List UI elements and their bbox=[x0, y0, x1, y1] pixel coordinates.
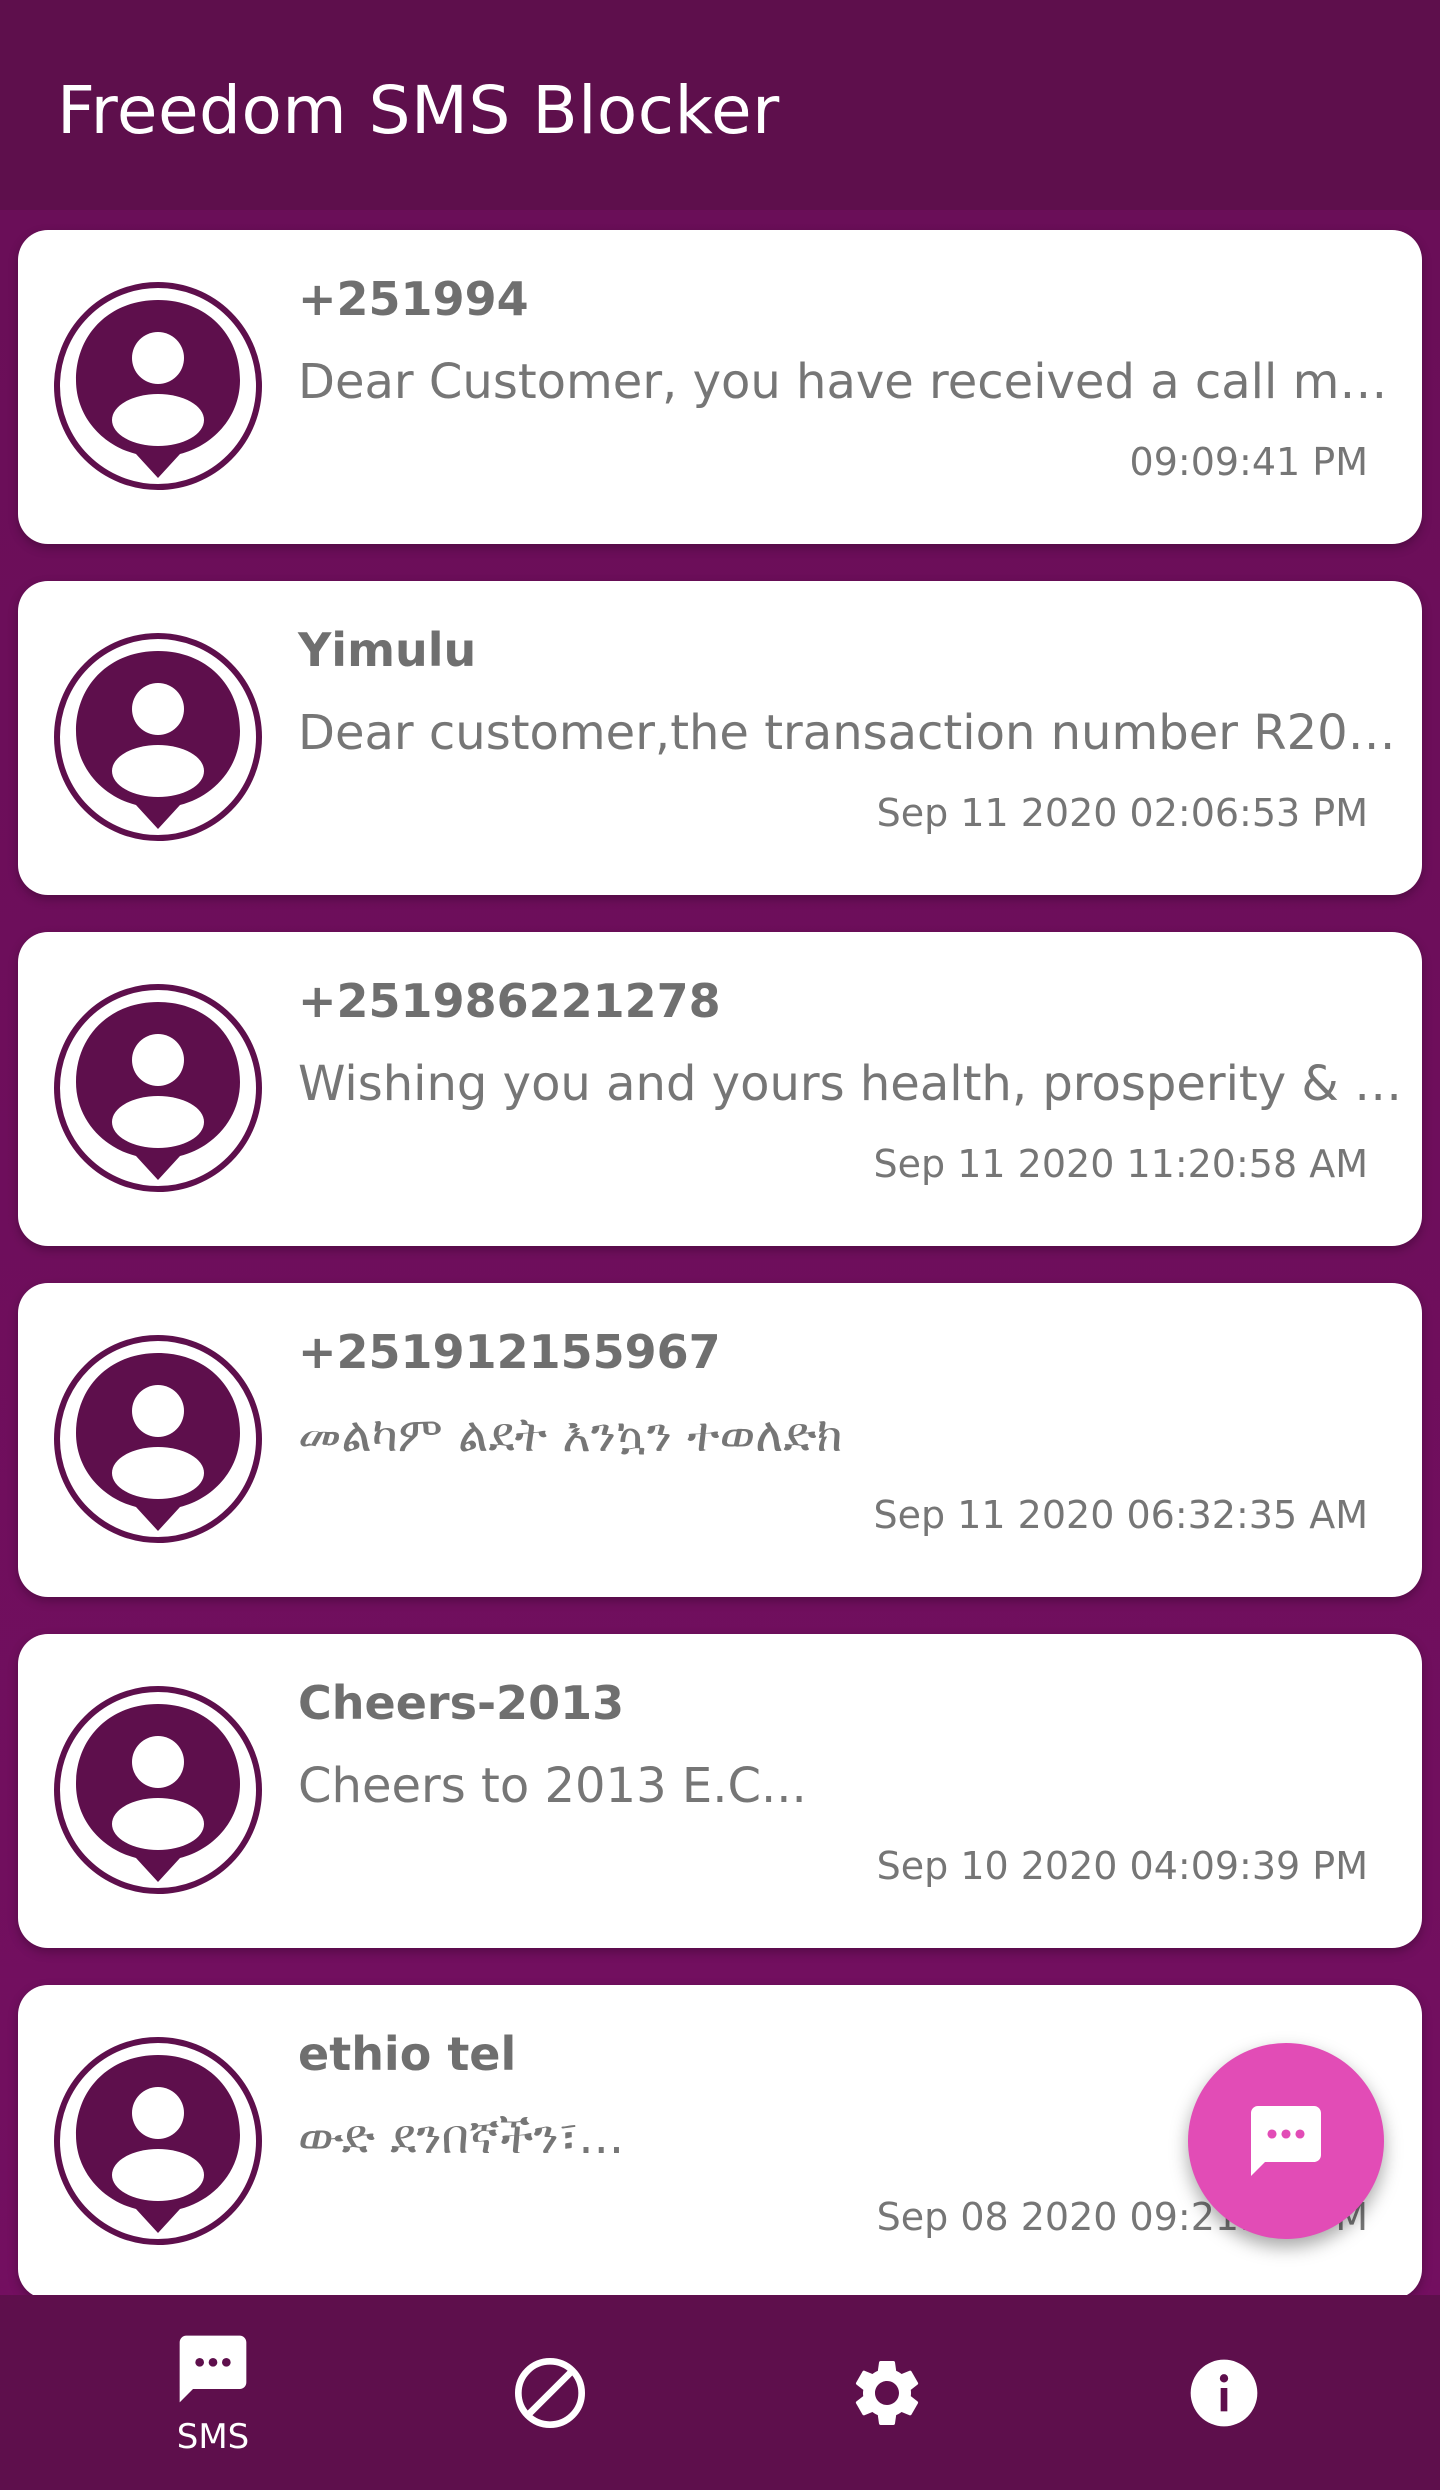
message-sender: Cheers-2013 bbox=[298, 1676, 625, 1730]
block-icon bbox=[515, 2357, 585, 2428]
message-preview: መልካም ልደት እንኳን ተወለድክ bbox=[298, 1407, 843, 1463]
message-time: Sep 10 2020 04:09:39 PM bbox=[876, 1844, 1368, 1888]
message-card[interactable]: +251986221278 Wishing you and yours heal… bbox=[18, 932, 1422, 1246]
message-preview: Dear customer,the transaction number R20… bbox=[298, 705, 1408, 761]
contact-avatar-icon bbox=[52, 280, 264, 492]
message-card[interactable]: +251994 Dear Customer, you have received… bbox=[18, 230, 1422, 544]
message-sender: ethio tel bbox=[298, 2027, 517, 2081]
message-time: Sep 11 2020 11:20:58 AM bbox=[873, 1142, 1368, 1186]
new-message-icon bbox=[1251, 2106, 1321, 2176]
message-sender: +251986221278 bbox=[298, 974, 721, 1028]
nav-sms-label: SMS bbox=[176, 2416, 250, 2457]
message-time: Sep 11 2020 02:06:53 PM bbox=[876, 791, 1368, 835]
message-time: Sep 11 2020 06:32:35 AM bbox=[873, 1493, 1368, 1537]
contact-avatar-icon bbox=[52, 2035, 264, 2247]
message-preview: Dear Customer, you have received a call … bbox=[298, 354, 1408, 410]
nav-sms[interactable]: SMS bbox=[33, 2295, 393, 2490]
info-icon bbox=[1190, 2359, 1258, 2426]
message-card[interactable]: Yimulu Dear customer,the transaction num… bbox=[18, 581, 1422, 895]
message-card[interactable]: Cheers-2013 Cheers to 2013 E.C... Sep 10… bbox=[18, 1634, 1422, 1948]
message-preview: Cheers to 2013 E.C... bbox=[298, 1758, 807, 1814]
nav-info[interactable] bbox=[1044, 2295, 1404, 2490]
contact-avatar-icon bbox=[52, 631, 264, 843]
message-time: 09:09:41 PM bbox=[1129, 440, 1368, 484]
message-preview: Wishing you and yours health, prosperity… bbox=[298, 1056, 1408, 1112]
message-card[interactable]: +251912155967 መልካም ልደት እንኳን ተወለድክ Sep 11… bbox=[18, 1283, 1422, 1597]
message-sender: +251912155967 bbox=[298, 1325, 721, 1379]
nav-blocked[interactable] bbox=[370, 2295, 730, 2490]
contact-avatar-icon bbox=[52, 982, 264, 1194]
new-message-button[interactable] bbox=[1188, 2043, 1384, 2239]
message-sender: Yimulu bbox=[298, 623, 477, 677]
app-bar: Freedom SMS Blocker bbox=[0, 0, 1440, 210]
contact-avatar-icon bbox=[52, 1333, 264, 1545]
settings-icon bbox=[855, 2360, 919, 2425]
contact-avatar-icon bbox=[52, 1684, 264, 1896]
message-list[interactable]: +251994 Dear Customer, you have received… bbox=[0, 210, 1440, 2295]
nav-settings[interactable] bbox=[707, 2295, 1067, 2490]
sms-icon bbox=[179, 2335, 247, 2402]
app-title: Freedom SMS Blocker bbox=[57, 72, 780, 149]
message-sender: +251994 bbox=[298, 272, 529, 326]
bottom-navigation: SMS bbox=[0, 2295, 1440, 2490]
